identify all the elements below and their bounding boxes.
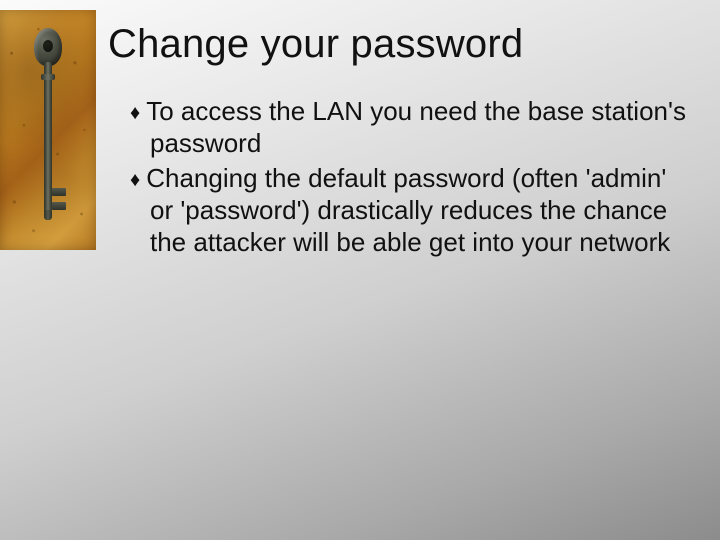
key-texture-image: [0, 10, 96, 250]
bullet-text: To access the LAN you need the base stat…: [146, 96, 686, 158]
bullet-text: Changing the default password (often 'ad…: [146, 163, 670, 256]
bullet-mark-icon: ♦: [130, 102, 140, 124]
slide: Change your password ♦ To access the LAN …: [0, 0, 720, 540]
bullet-mark-icon: ♦: [130, 169, 140, 191]
slide-body: ♦ To access the LAN you need the base sta…: [130, 96, 690, 263]
bullet-item: ♦ To access the LAN you need the base sta…: [130, 96, 690, 159]
bullet-item: ♦ Changing the default password (often 'a…: [130, 163, 690, 258]
key-icon: [32, 28, 64, 232]
slide-title: Change your password: [108, 22, 523, 67]
